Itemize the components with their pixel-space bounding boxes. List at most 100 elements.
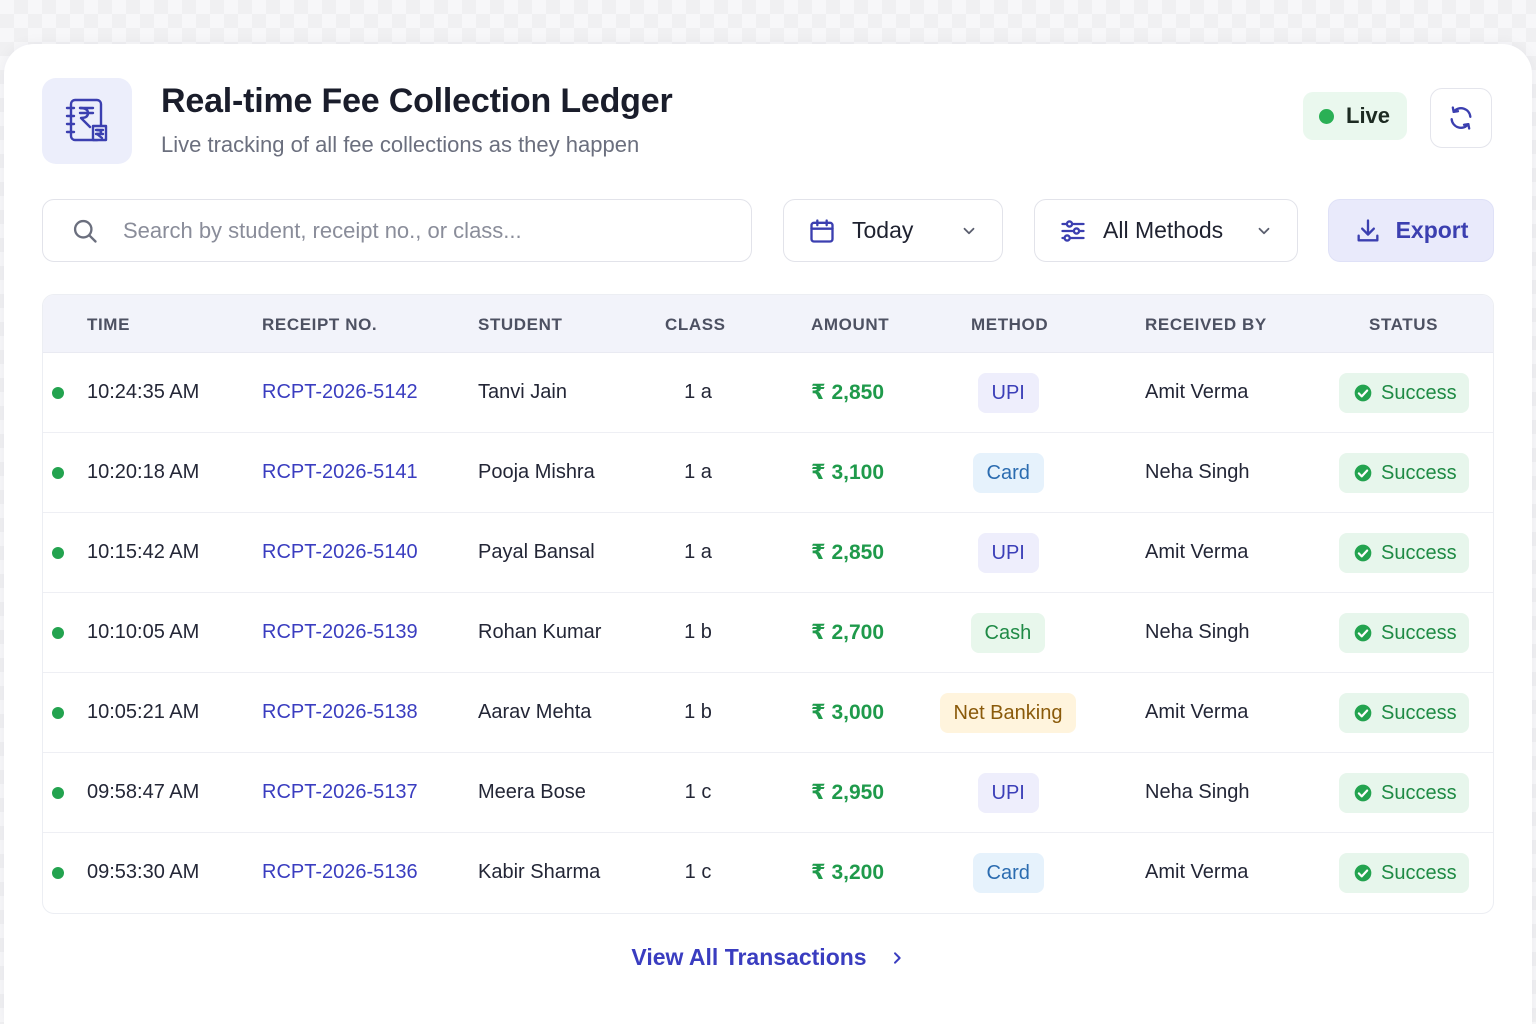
status-label: Success <box>1381 861 1457 884</box>
method-badge: UPI <box>977 773 1039 813</box>
check-circle-icon <box>1354 544 1372 562</box>
table-row[interactable]: 10:24:35 AM RCPT-2026-5142 Tanvi Jain 1 a ₹ … <box>43 353 1493 433</box>
ledger-logo <box>42 78 132 164</box>
cell-amount: ₹ 2,850 <box>811 381 884 404</box>
table-row[interactable]: 10:05:21 AM RCPT-2026-5138 Aarav Mehta 1 b ₹… <box>43 673 1493 753</box>
cell-student: Rohan Kumar <box>478 621 602 643</box>
calendar-icon <box>810 218 834 243</box>
method-badge: UPI <box>977 373 1039 413</box>
cell-student: Payal Bansal <box>478 541 595 563</box>
check-circle-icon <box>1354 464 1372 482</box>
ledger-card: Real-time Fee Collection Ledger Live tra… <box>4 44 1532 1024</box>
cell-received-by: Amit Verma <box>1145 701 1249 723</box>
cell-class: 1 c <box>684 861 712 883</box>
cell-received-by: Neha Singh <box>1145 461 1250 483</box>
cell-receipt-link[interactable]: RCPT-2026-5140 <box>262 541 418 564</box>
cell-received-by: Amit Verma <box>1145 861 1249 883</box>
method-badge: Cash <box>970 613 1046 653</box>
method-badge: Card <box>972 453 1044 493</box>
table-row[interactable]: 09:53:30 AM RCPT-2026-5136 Kabir Sharma 1 c… <box>43 833 1493 913</box>
chevron-down-icon <box>1258 227 1270 235</box>
search-box[interactable] <box>42 199 752 262</box>
status-label: Success <box>1381 621 1457 644</box>
status-label: Success <box>1381 461 1457 484</box>
live-dot-icon <box>52 787 64 799</box>
cell-student: Pooja Mishra <box>478 461 595 483</box>
cell-amount: ₹ 2,850 <box>811 541 884 564</box>
page-subtitle: Live tracking of all fee collections as … <box>161 132 640 157</box>
cell-class: 1 b <box>684 621 712 643</box>
column-header-time: TIME <box>87 315 131 334</box>
method-filter-value: All Methods <box>1103 217 1224 243</box>
cell-time: 09:53:30 AM <box>87 861 200 883</box>
cell-received-by: Neha Singh <box>1145 621 1250 643</box>
table-row[interactable]: 10:10:05 AM RCPT-2026-5139 Rohan Kumar 1 b ₹… <box>43 593 1493 673</box>
column-header-amount: AMOUNT <box>811 315 890 334</box>
table-row[interactable]: 10:20:18 AM RCPT-2026-5141 Pooja Mishra 1 a… <box>43 433 1493 513</box>
export-label: Export <box>1395 217 1469 243</box>
table-header: TIME RECEIPT NO. STUDENT CLASS AMOUNT ME… <box>43 295 1493 353</box>
transactions-table: TIME RECEIPT NO. STUDENT CLASS AMOUNT ME… <box>42 294 1494 914</box>
cell-receipt-link[interactable]: RCPT-2026-5136 <box>262 861 418 884</box>
date-filter-dropdown[interactable]: Today <box>783 199 1003 262</box>
cell-time: 10:10:05 AM <box>87 621 200 643</box>
status-badge: Success <box>1339 373 1469 413</box>
chevron-down-icon <box>963 227 975 235</box>
live-dot-icon <box>52 627 64 639</box>
cell-student: Aarav Mehta <box>478 701 592 723</box>
check-circle-icon <box>1354 704 1372 722</box>
column-header-method: METHOD <box>971 315 1049 334</box>
status-badge: Success <box>1339 533 1469 573</box>
live-dot-icon <box>52 707 64 719</box>
table-body: 10:24:35 AM RCPT-2026-5142 Tanvi Jain 1 a ₹ … <box>43 353 1493 913</box>
cell-student: Meera Bose <box>478 781 586 803</box>
cell-student: Tanvi Jain <box>478 381 567 403</box>
check-circle-icon <box>1354 384 1372 402</box>
cell-receipt-link[interactable]: RCPT-2026-5138 <box>262 701 418 724</box>
column-header-status: STATUS <box>1369 315 1439 334</box>
chevron-right-icon <box>893 951 901 964</box>
status-badge: Success <box>1339 773 1469 813</box>
cell-class: 1 a <box>684 541 712 563</box>
cell-time: 10:15:42 AM <box>87 541 200 563</box>
refresh-icon <box>1450 106 1472 130</box>
live-dot-icon <box>1319 108 1334 124</box>
table-row[interactable]: 09:58:47 AM RCPT-2026-5137 Meera Bose 1 c ₹ … <box>43 753 1493 833</box>
cell-amount: ₹ 3,100 <box>811 461 884 484</box>
table-row[interactable]: 10:15:42 AM RCPT-2026-5140 Payal Bansal 1 a… <box>43 513 1493 593</box>
cell-receipt-link[interactable]: RCPT-2026-5137 <box>262 781 418 804</box>
refresh-button[interactable] <box>1430 88 1492 148</box>
cell-amount: ₹ 2,950 <box>811 781 884 804</box>
column-header-student: STUDENT <box>478 315 563 334</box>
cell-time: 09:58:47 AM <box>87 781 200 803</box>
cell-amount: ₹ 3,200 <box>811 861 884 884</box>
cell-received-by: Neha Singh <box>1145 781 1250 803</box>
method-badge: Net Banking <box>939 693 1077 733</box>
view-all-transactions-link[interactable]: View All Transactions <box>4 944 1532 971</box>
cell-receipt-link[interactable]: RCPT-2026-5142 <box>262 381 418 404</box>
status-label: Success <box>1381 701 1457 724</box>
download-icon <box>1357 218 1379 241</box>
live-dot-icon <box>52 467 64 479</box>
check-circle-icon <box>1354 864 1372 882</box>
live-label: Live <box>1346 103 1391 128</box>
check-circle-icon <box>1354 624 1372 642</box>
cell-amount: ₹ 2,700 <box>811 621 884 644</box>
cell-class: 1 b <box>684 701 712 723</box>
method-filter-dropdown[interactable]: All Methods <box>1034 199 1298 262</box>
export-button[interactable]: Export <box>1328 199 1494 262</box>
cell-receipt-link[interactable]: RCPT-2026-5141 <box>262 461 418 484</box>
live-status-badge: Live <box>1303 92 1407 140</box>
live-dot-icon <box>52 387 64 399</box>
check-circle-icon <box>1354 784 1372 802</box>
cell-received-by: Amit Verma <box>1145 541 1249 563</box>
cell-receipt-link[interactable]: RCPT-2026-5139 <box>262 621 418 644</box>
date-filter-value: Today <box>852 217 914 243</box>
status-badge: Success <box>1339 693 1469 733</box>
cell-class: 1 a <box>684 381 712 403</box>
column-header-received-by: RECEIVED BY <box>1145 315 1267 334</box>
cell-time: 10:20:18 AM <box>87 461 200 483</box>
search-icon <box>73 219 97 243</box>
cell-student: Kabir Sharma <box>478 861 601 883</box>
search-input[interactable] <box>123 217 703 244</box>
